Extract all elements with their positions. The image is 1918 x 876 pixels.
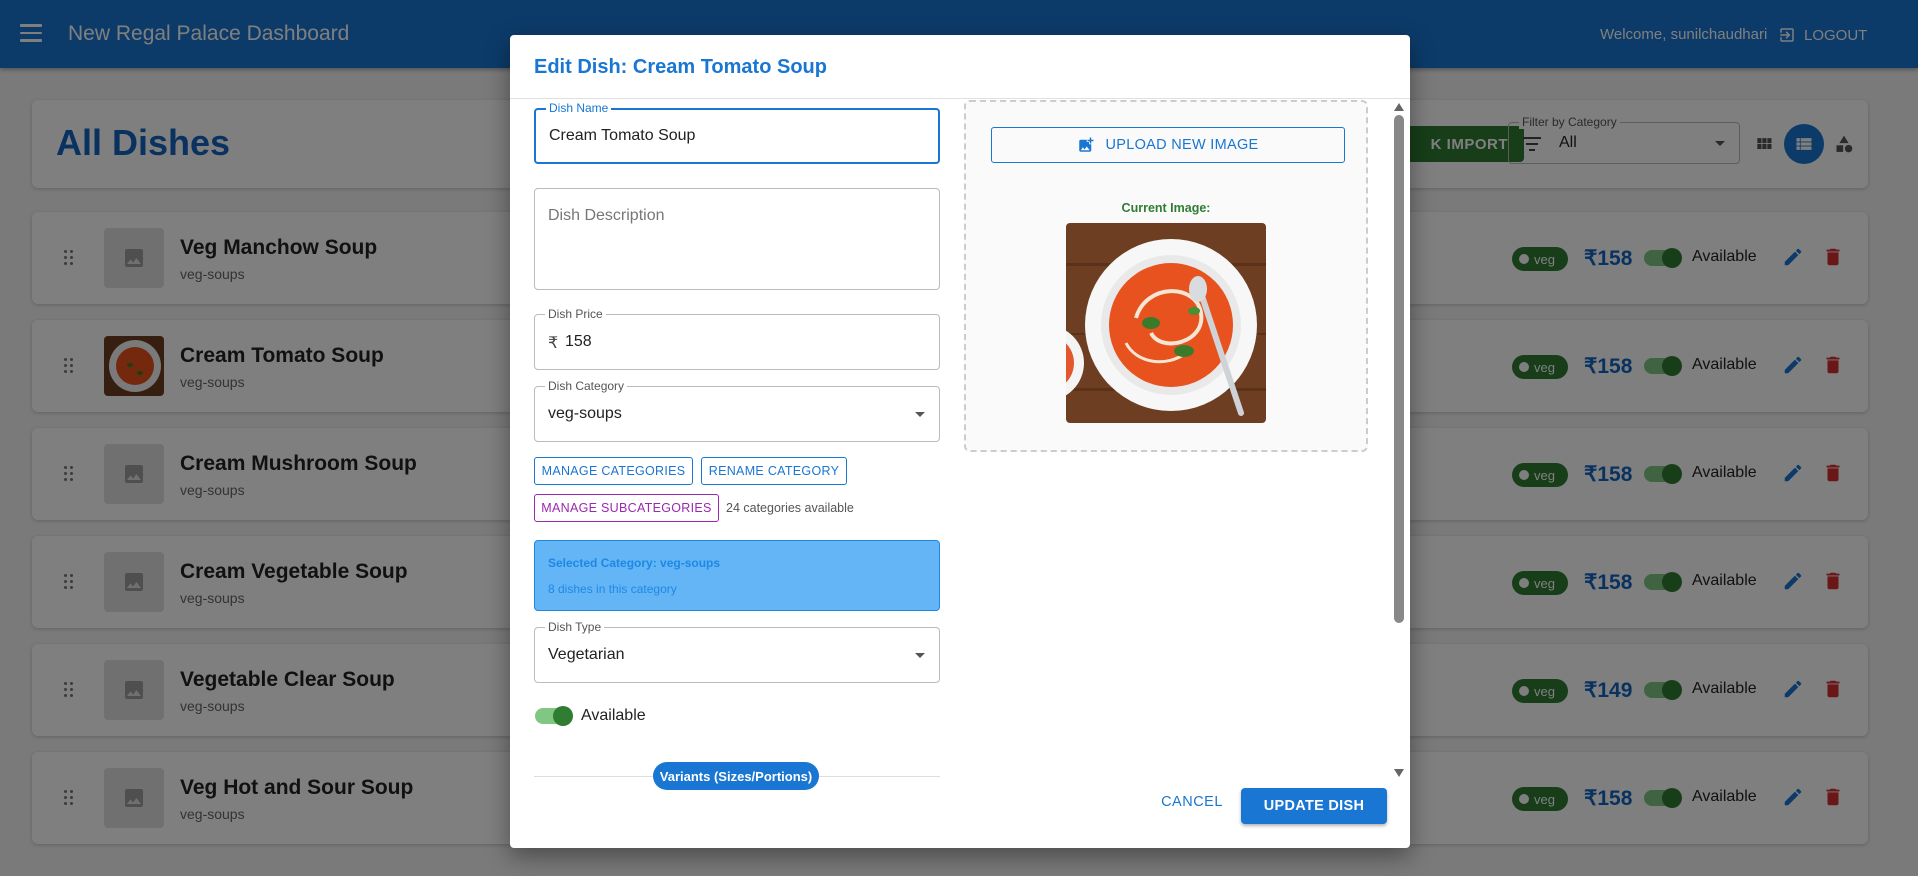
currency-symbol: ₹	[548, 335, 559, 352]
dish-price-label: Dish Price	[545, 307, 606, 321]
selected-category-info: Selected Category: veg-soups 8 dishes in…	[534, 540, 940, 611]
categories-count: 24 categories available	[726, 501, 854, 515]
upload-label: UPLOAD NEW IMAGE	[1105, 137, 1259, 153]
dialog-title: Edit Dish: Cream Tomato Soup	[534, 56, 827, 78]
dialog-scrollbar[interactable]	[1393, 100, 1405, 780]
manage-categories-button[interactable]: MANAGE CATEGORIES	[534, 457, 693, 485]
dish-category-select[interactable]: Dish Category veg-soups	[534, 379, 940, 442]
upload-image-button[interactable]: UPLOAD NEW IMAGE	[991, 127, 1345, 163]
dish-description-placeholder: Dish Description	[548, 207, 665, 224]
current-dish-image	[1066, 223, 1266, 423]
dish-name-field[interactable]: Dish Name Cream Tomato Soup	[534, 101, 940, 164]
chevron-down-icon	[915, 412, 925, 417]
update-dish-button[interactable]: UPDATE DISH	[1241, 788, 1387, 824]
dish-name-label: Dish Name	[546, 101, 612, 115]
selected-category-text: Selected Category: veg-soups	[548, 556, 721, 570]
manage-subcategories-button[interactable]: MANAGE SUBCATEGORIES	[534, 494, 719, 522]
scroll-up-arrow-icon[interactable]	[1394, 103, 1404, 111]
image-upload-panel: UPLOAD NEW IMAGE Current Image:	[964, 100, 1368, 452]
dish-type-label: Dish Type	[545, 620, 605, 634]
available-label: Available	[581, 707, 646, 724]
dish-type-value: Vegetarian	[548, 646, 625, 663]
available-toggle[interactable]	[535, 706, 573, 726]
selected-category-count: 8 dishes in this category	[548, 582, 677, 596]
variants-chip: Variants (Sizes/Portions)	[653, 762, 819, 790]
scrollbar-thumb[interactable]	[1394, 115, 1404, 623]
cancel-button[interactable]: CANCEL	[1147, 784, 1237, 820]
dish-description-field[interactable]: Dish Description	[534, 188, 940, 290]
edit-dish-dialog: Edit Dish: Cream Tomato Soup Dish Name C…	[510, 35, 1410, 848]
chevron-down-icon	[915, 653, 925, 658]
add-photo-icon	[1079, 137, 1094, 152]
scroll-down-arrow-icon[interactable]	[1394, 769, 1404, 777]
dish-price-value: 158	[565, 333, 592, 350]
dish-category-label: Dish Category	[545, 379, 628, 393]
current-image-label: Current Image:	[1121, 201, 1211, 215]
dish-name-value: Cream Tomato Soup	[549, 127, 696, 144]
rename-category-button[interactable]: RENAME CATEGORY	[701, 457, 847, 485]
dish-type-select[interactable]: Dish Type Vegetarian	[534, 620, 940, 683]
divider	[510, 98, 1410, 99]
dish-category-value: veg-soups	[548, 405, 622, 422]
dish-price-field[interactable]: Dish Price ₹ 158	[534, 307, 940, 370]
